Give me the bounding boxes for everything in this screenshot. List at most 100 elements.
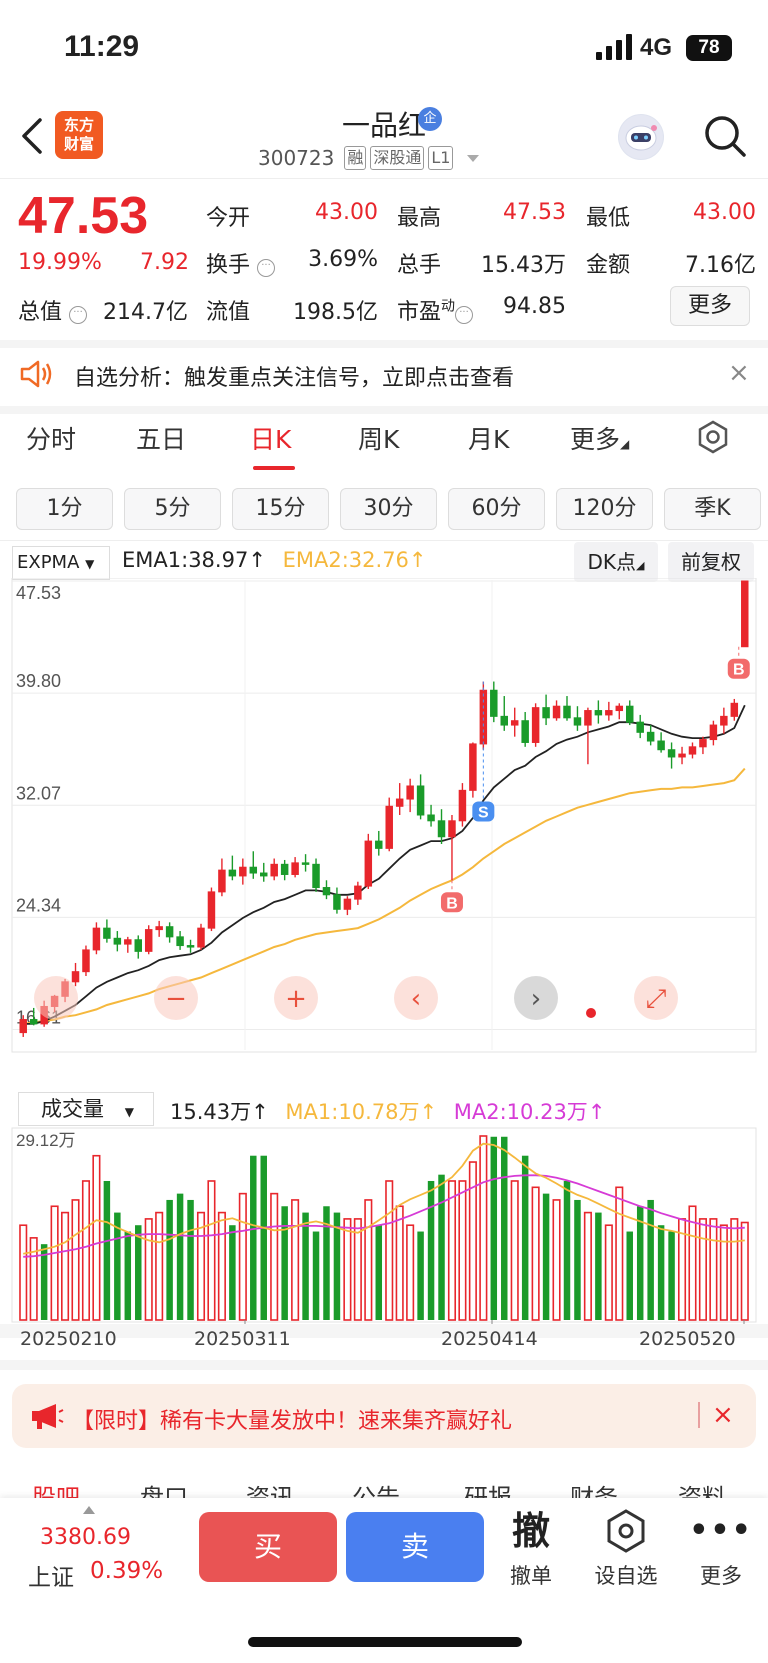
candle-body — [552, 705, 561, 719]
volume-bar — [521, 1155, 529, 1320]
candle — [406, 778, 414, 813]
mktcap-value: 214.7亿 — [103, 300, 188, 325]
sell-button[interactable]: 卖 — [346, 1512, 484, 1582]
volume-bar — [447, 1180, 457, 1321]
kline-chart[interactable]: 47.5339.8032.0724.3416.61BSB− + ‹ › ⤢29.12万 — [0, 578, 768, 1338]
battery-level: 78 — [698, 37, 720, 58]
indicator-select[interactable]: EXPMA ▼ — [12, 546, 110, 580]
candle — [176, 931, 184, 950]
tab-weekly-k[interactable]: 周K — [358, 420, 399, 456]
mktcap-label[interactable]: 总值 ··· — [18, 294, 88, 326]
volume-bar — [187, 1199, 194, 1320]
period-1min[interactable]: 1分 — [16, 488, 113, 530]
candle-body — [730, 702, 739, 717]
live-dot — [586, 1008, 596, 1018]
turnover-label[interactable]: 换手 ··· — [206, 247, 276, 279]
add-watchlist-button[interactable]: 设自选 — [586, 1506, 666, 1590]
control-circle[interactable] — [34, 976, 78, 1020]
candle-body — [228, 869, 237, 877]
watchlist-icon — [586, 1506, 666, 1556]
search-icon[interactable] — [703, 114, 747, 158]
close-icon[interactable]: × — [712, 1400, 734, 1430]
period-60min[interactable]: 60分 — [448, 488, 545, 530]
volume-bar — [395, 1205, 404, 1321]
candle — [124, 936, 132, 953]
volume-bar — [312, 1231, 320, 1320]
candle-body — [395, 798, 404, 807]
buy-button[interactable]: 买 — [199, 1512, 337, 1582]
volume-bar — [458, 1180, 467, 1321]
candle-body — [500, 715, 508, 726]
settings-icon[interactable] — [696, 420, 730, 454]
candle — [594, 700, 603, 724]
period-15min[interactable]: 15分 — [232, 488, 329, 530]
volume-indicator-select[interactable]: 成交量 ▼ — [18, 1092, 154, 1126]
candle — [605, 701, 613, 721]
tab-monthly-k[interactable]: 月K — [468, 420, 509, 456]
tab-5day[interactable]: 五日 — [136, 420, 186, 456]
robot-icon — [619, 115, 663, 159]
period-120min[interactable]: 120分 — [556, 488, 653, 530]
candle-body — [531, 707, 540, 743]
float-value: 198.5亿 — [293, 300, 378, 325]
period-30min[interactable]: 30分 — [340, 488, 437, 530]
cancel-order-button[interactable]: 撤 撤单 — [491, 1506, 571, 1590]
close-icon[interactable]: × — [728, 358, 750, 388]
assistant-avatar[interactable] — [618, 114, 664, 160]
zoom-in-icon[interactable]: + — [274, 976, 318, 1020]
turnover-value: 3.69% — [308, 247, 378, 272]
candle-body — [594, 710, 603, 716]
volume-bar — [155, 1211, 164, 1321]
candle — [657, 732, 665, 753]
index-value[interactable]: 3380.69 — [40, 1525, 131, 1550]
candle — [437, 809, 446, 845]
candle — [678, 746, 686, 765]
volume-bar — [71, 1199, 80, 1321]
volume-bar — [615, 1186, 624, 1321]
fullscreen-icon[interactable]: ⤢ — [634, 976, 678, 1020]
price-axis-label: 47.53 — [16, 583, 61, 603]
zoom-out-icon[interactable]: − — [154, 976, 198, 1020]
candle — [573, 706, 582, 731]
candle — [144, 925, 153, 955]
candle — [333, 887, 341, 914]
info-icon: ··· — [69, 306, 88, 324]
more-actions-button[interactable]: ••• 更多 — [681, 1506, 761, 1590]
tab-more[interactable]: 更多◢ — [570, 420, 629, 456]
tab-daily-k[interactable]: 日K — [250, 420, 291, 456]
candle-body — [312, 863, 320, 889]
chart-tabs: 分时 五日 日K 周K 月K 更多◢ — [0, 420, 768, 470]
promo-text[interactable]: 【限时】稀有卡大量发放中！速来集齐赢好礼 — [72, 1403, 512, 1435]
dk-point-button[interactable]: DK点◢ — [574, 542, 658, 582]
pe-label[interactable]: 市盈动 ··· — [397, 294, 474, 326]
candle-body — [458, 789, 467, 822]
pan-left-icon[interactable]: ‹ — [394, 976, 438, 1020]
volume-bar — [479, 1135, 488, 1321]
candle — [71, 962, 80, 987]
volume-bar — [103, 1180, 111, 1320]
period-5min[interactable]: 5分 — [124, 488, 221, 530]
adjust-button[interactable]: 前复权 — [668, 542, 754, 582]
candle-body — [709, 724, 718, 741]
open-label: 今开 — [206, 206, 251, 231]
pan-right-icon[interactable]: › — [514, 976, 558, 1020]
volume-bar — [50, 1205, 59, 1321]
period-quarter-k[interactable]: 季K — [664, 488, 761, 530]
volume-bar — [668, 1231, 675, 1320]
volume-bar — [427, 1180, 435, 1320]
change-amount: 7.92 — [140, 250, 189, 275]
more-quote-button[interactable]: 更多 — [670, 286, 750, 326]
candle — [469, 742, 477, 798]
info-icon: ··· — [455, 306, 474, 324]
candle-body — [364, 840, 373, 887]
alert-text[interactable]: 自选分析：触发重点关注信号，立即点击查看 — [74, 360, 514, 392]
ema2-line — [23, 767, 746, 1025]
volume-bar — [501, 1136, 508, 1320]
volume-bar — [657, 1225, 665, 1320]
tab-intraday[interactable]: 分时 — [26, 420, 76, 456]
candle-body — [322, 887, 331, 896]
candle — [510, 707, 519, 737]
candle — [395, 783, 404, 815]
stock-subtitle[interactable]: 300723 融 深股通 L1 — [258, 146, 481, 170]
candle — [615, 703, 624, 720]
